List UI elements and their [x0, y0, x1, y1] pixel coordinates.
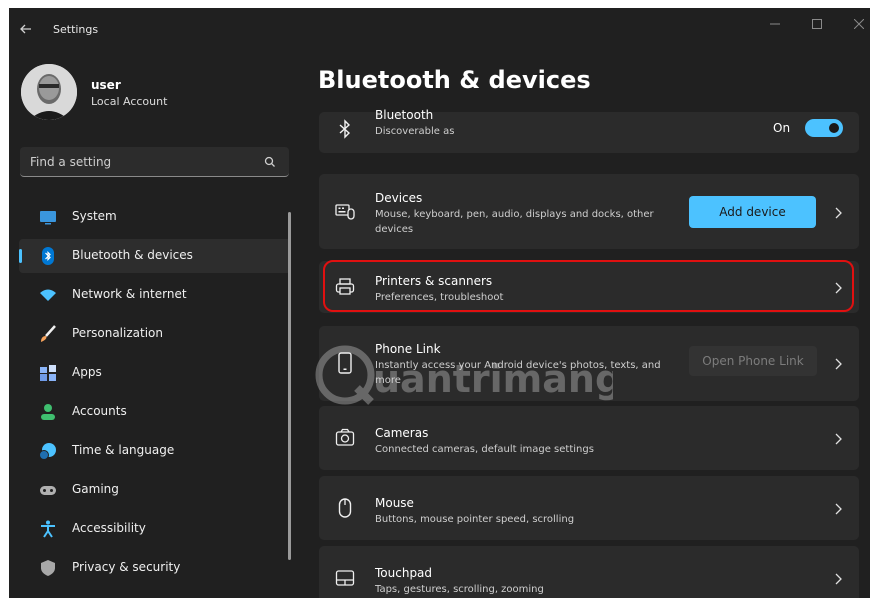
sidebar-scrollbar[interactable] [288, 212, 291, 560]
maximize-icon[interactable] [805, 16, 829, 36]
chevron-right-icon [833, 431, 843, 445]
account-type: Local Account [91, 95, 168, 108]
chevron-right-icon [833, 571, 843, 585]
card-description: Taps, gestures, scrolling, zooming [375, 584, 544, 595]
chevron-right-icon [833, 356, 843, 370]
sidebar-item-network[interactable]: Network & internet [19, 278, 291, 312]
card-description: Discoverable as [375, 126, 455, 137]
sidebar-item-time-language[interactable]: Time & language [19, 434, 291, 468]
accessibility-icon [39, 520, 57, 538]
sidebar-item-label: Accessibility [72, 521, 146, 535]
window-title: Settings [53, 23, 99, 36]
card-description: Connected cameras, default image setting… [375, 444, 594, 455]
sidebar-item-label: Apps [72, 365, 102, 379]
wifi-icon [39, 286, 57, 304]
highlight-outline [323, 260, 854, 312]
touchpad-card[interactable]: Touchpad Taps, gestures, scrolling, zoom… [319, 546, 859, 598]
chevron-right-icon [833, 205, 843, 219]
card-description: Mouse, keyboard, pen, audio, displays an… [375, 209, 654, 235]
card-title: Cameras [375, 426, 429, 440]
add-device-button[interactable]: Add device [689, 196, 816, 228]
minimize-icon[interactable] [763, 16, 787, 36]
sidebar-item-label: Accounts [72, 404, 127, 418]
sidebar-item-accessibility[interactable]: Accessibility [19, 512, 291, 546]
bluetooth-icon [335, 118, 355, 140]
card-title: Mouse [375, 496, 414, 510]
sidebar-item-bluetooth[interactable]: Bluetooth & devices [19, 239, 291, 273]
sidebar-item-apps[interactable]: Apps [19, 356, 291, 390]
settings-window: Settings user Local Account Find a setti… [9, 8, 870, 598]
user-name: user [91, 78, 121, 92]
toggle-label: On [773, 121, 791, 135]
search-icon[interactable] [263, 154, 277, 168]
monitor-icon [39, 208, 57, 226]
mouse-icon [335, 497, 355, 519]
watermark-logo: uantrimang [313, 342, 622, 408]
sidebar-item-label: System [72, 209, 117, 223]
devices-card[interactable]: Devices Mouse, keyboard, pen, audio, dis… [319, 174, 859, 249]
keyboard-mouse-icon [335, 201, 355, 223]
card-description: Buttons, mouse pointer speed, scrolling [375, 514, 575, 525]
sidebar-item-label: Gaming [72, 482, 119, 496]
mouse-card[interactable]: Mouse Buttons, mouse pointer speed, scro… [319, 476, 859, 540]
person-icon [39, 403, 57, 421]
sidebar-item-label: Network & internet [72, 287, 187, 301]
cameras-card[interactable]: Cameras Connected cameras, default image… [319, 406, 859, 470]
card-title: Touchpad [375, 566, 433, 580]
sidebar-item-label: Personalization [72, 326, 163, 340]
close-icon[interactable] [847, 16, 870, 36]
sidebar-item-system[interactable]: System [19, 200, 291, 234]
open-phone-link-button[interactable]: Open Phone Link [689, 346, 817, 376]
shield-icon [39, 559, 57, 577]
sidebar-item-label: Bluetooth & devices [72, 248, 193, 262]
brush-icon [39, 325, 57, 343]
apps-icon [39, 364, 57, 382]
gamepad-icon [39, 481, 57, 499]
toggle-knob [829, 123, 839, 133]
search-input[interactable] [30, 152, 250, 172]
sidebar-item-gaming[interactable]: Gaming [19, 473, 291, 507]
sidebar-item-accounts[interactable]: Accounts [19, 395, 291, 429]
sidebar-item-personalization[interactable]: Personalization [19, 317, 291, 351]
search-box[interactable] [20, 147, 289, 177]
sidebar-item-label: Privacy & security [72, 560, 181, 574]
avatar[interactable] [21, 64, 77, 120]
touchpad-icon [335, 567, 355, 589]
sidebar-item-label: Time & language [72, 443, 175, 457]
title-bar: Settings [9, 8, 870, 52]
bluetooth-toggle[interactable] [805, 119, 843, 137]
globe-clock-icon [39, 442, 57, 460]
page-title: Bluetooth & devices [318, 66, 591, 94]
sidebar-item-privacy-security[interactable]: Privacy & security [19, 551, 291, 585]
card-title: Devices [375, 191, 423, 205]
bluetooth-card[interactable]: Bluetooth Discoverable as On [319, 108, 859, 153]
bluetooth-icon [39, 247, 57, 265]
active-indicator [19, 249, 22, 263]
card-title: Bluetooth [375, 108, 434, 122]
camera-icon [335, 427, 355, 449]
chevron-right-icon [833, 501, 843, 515]
back-arrow-icon[interactable] [19, 22, 39, 38]
svg-text:uantrimang: uantrimang [373, 357, 613, 401]
